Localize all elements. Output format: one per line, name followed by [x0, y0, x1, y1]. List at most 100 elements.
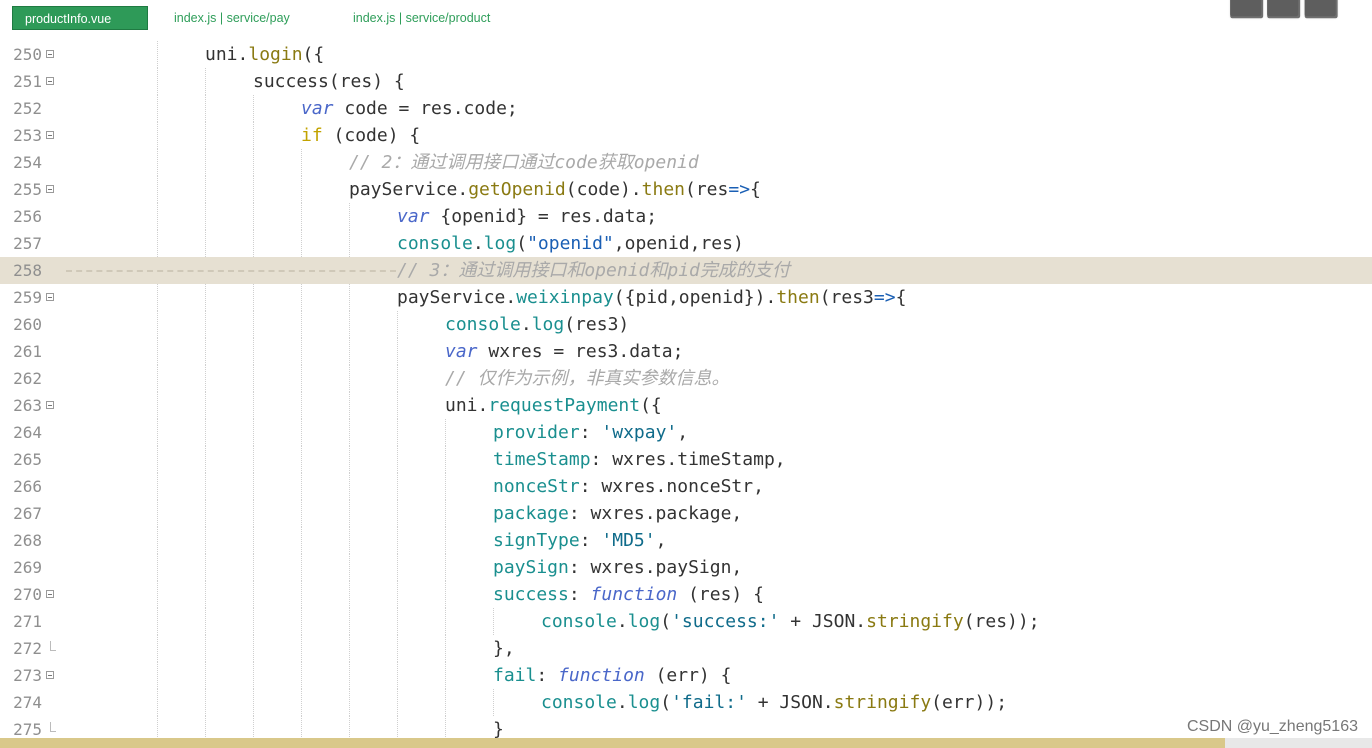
code-text: uni.requestPayment({	[445, 392, 662, 419]
indent-guide	[301, 230, 303, 257]
indent-guide	[253, 365, 255, 392]
code-line[interactable]: 273 fail: function (err) {	[0, 662, 1372, 689]
code-token: ,openid,res)	[613, 233, 744, 254]
indent-guide	[157, 230, 159, 257]
code-line[interactable]: 265 timeStamp: wxres.timeStamp,	[0, 446, 1372, 473]
code-token: + JSON.	[779, 611, 867, 632]
code-line[interactable]: 263 uni.requestPayment({	[0, 392, 1372, 419]
code-text: },	[493, 635, 515, 662]
indent-guide	[157, 635, 159, 662]
code-line[interactable]: 253 if (code) {	[0, 122, 1372, 149]
code-line[interactable]: 267 package: wxres.package,	[0, 500, 1372, 527]
indent-guide	[349, 500, 351, 527]
indent-guide	[349, 338, 351, 365]
code-text: var {openid} = res.data;	[397, 203, 657, 230]
code-token: {	[750, 179, 761, 200]
code-line[interactable]: 268 signType: 'MD5',	[0, 527, 1372, 554]
code-line[interactable]: 258 // 3：通过调用接口和openid和pid完成的支付	[0, 257, 1372, 284]
code-line[interactable]: 266 nonceStr: wxres.nonceStr,	[0, 473, 1372, 500]
code-line[interactable]: 259 payService.weixinpay({pid,openid}).th…	[0, 284, 1372, 311]
code-line[interactable]: 272},	[0, 635, 1372, 662]
fold-toggle-icon[interactable]	[46, 590, 54, 598]
code-token: (err) {	[644, 665, 732, 686]
indent-guide	[253, 176, 255, 203]
indent-guide	[253, 662, 255, 689]
code-token: (res) {	[328, 71, 405, 92]
code-line[interactable]: 269 paySign: wxres.paySign,	[0, 554, 1372, 581]
code-text: success: function (res) {	[493, 581, 764, 608]
line-number: 275	[13, 720, 42, 738]
code-token: paySign	[493, 557, 569, 578]
indent-guide	[349, 581, 351, 608]
line-number: 274	[13, 693, 42, 712]
code-text: fail: function (err) {	[493, 662, 731, 689]
code-token: nonceStr	[666, 476, 754, 497]
indent-guide	[253, 581, 255, 608]
code-line[interactable]: 262 // 仅作为示例，非真实参数信息。	[0, 365, 1372, 392]
code-token: provider	[493, 422, 580, 443]
code-token: ({	[640, 395, 662, 416]
fold-toggle-icon[interactable]	[46, 50, 54, 58]
fold-toggle-icon[interactable]	[46, 185, 54, 193]
code-line[interactable]: 264 provider: 'wxpay',	[0, 419, 1372, 446]
indent-guide	[205, 230, 207, 257]
fold-toggle-icon[interactable]	[46, 401, 54, 409]
indent-guide	[397, 689, 399, 716]
indent-guide	[301, 176, 303, 203]
indent-guide	[253, 284, 255, 311]
tab-index-js-service-pay[interactable]: index.js | service/pay	[162, 6, 302, 30]
code-line[interactable]: 250 uni.login({	[0, 41, 1372, 68]
line-number: 251	[13, 72, 42, 91]
indent-guide	[301, 203, 303, 230]
indent-guide	[253, 203, 255, 230]
indent-guide	[157, 338, 159, 365]
fold-toggle-icon[interactable]	[46, 131, 54, 139]
indent-guide	[397, 392, 399, 419]
code-line[interactable]: 252 var code = res.code;	[0, 95, 1372, 122]
csdn-watermark: CSDN @yu_zheng5163	[1186, 718, 1358, 735]
horizontal-scrollbar-track[interactable]	[0, 738, 1225, 748]
code-token: },	[493, 638, 515, 659]
code-token: (err));	[931, 692, 1008, 713]
line-number: 254	[13, 153, 42, 172]
code-line[interactable]: 274 console.log('fail:' + JSON.stringify(…	[0, 689, 1372, 716]
code-token: console	[445, 314, 521, 335]
code-line[interactable]: 254 // 2：通过调用接口通过code获取openid	[0, 149, 1372, 176]
code-token: success	[493, 584, 569, 605]
indent-guide	[205, 203, 207, 230]
code-line[interactable]: 255 payService.getOpenid(code).then(res=>…	[0, 176, 1372, 203]
tab-productinfo-vue[interactable]: productInfo.vue	[12, 6, 148, 30]
code-token: getOpenid	[468, 179, 566, 200]
code-line[interactable]: 270 success: function (res) {	[0, 581, 1372, 608]
tab-index-js-service-product[interactable]: index.js | service/product	[341, 6, 502, 30]
code-line[interactable]: 251 success(res) {	[0, 68, 1372, 95]
code-line[interactable]: 271 console.log('success:' + JSON.stringi…	[0, 608, 1372, 635]
line-number: 256	[13, 207, 42, 226]
code-editor[interactable]: 250 uni.login({251 success(res) {252 var co…	[0, 40, 1372, 738]
code-token: : wxres.	[579, 476, 667, 497]
code-token: stringify	[866, 611, 964, 632]
code-line[interactable]: 256 var {openid} = res.data;	[0, 203, 1372, 230]
indent-guide	[493, 608, 495, 635]
code-line[interactable]: 257 console.log("openid",openid,res)	[0, 230, 1372, 257]
code-line[interactable]: 260 console.log(res3)	[0, 311, 1372, 338]
indent-guide	[301, 527, 303, 554]
code-line[interactable]: 275}	[0, 716, 1372, 738]
code-token: (res3)	[564, 314, 630, 335]
fold-toggle-icon[interactable]	[46, 293, 54, 301]
editor-tab-bar: productInfo.vue index.js | service/pay i…	[0, 0, 1372, 38]
code-text: var code = res.code;	[301, 95, 518, 122]
code-token: wxres = res3.data;	[477, 341, 684, 362]
indent-guide	[349, 527, 351, 554]
code-text: console.log('success:' + JSON.stringify(…	[541, 608, 1040, 635]
code-token: (	[516, 233, 528, 254]
indent-guide	[349, 203, 351, 230]
code-line[interactable]: 261 var wxres = res3.data;	[0, 338, 1372, 365]
fold-toggle-icon[interactable]	[46, 671, 54, 679]
fold-toggle-icon[interactable]	[46, 77, 54, 85]
indent-guide	[253, 95, 255, 122]
code-token: + JSON.	[746, 692, 834, 713]
code-token: .	[630, 179, 642, 200]
code-token: // 仅作为示例，非真实参数信息。	[445, 368, 730, 389]
code-token: .	[457, 179, 469, 200]
